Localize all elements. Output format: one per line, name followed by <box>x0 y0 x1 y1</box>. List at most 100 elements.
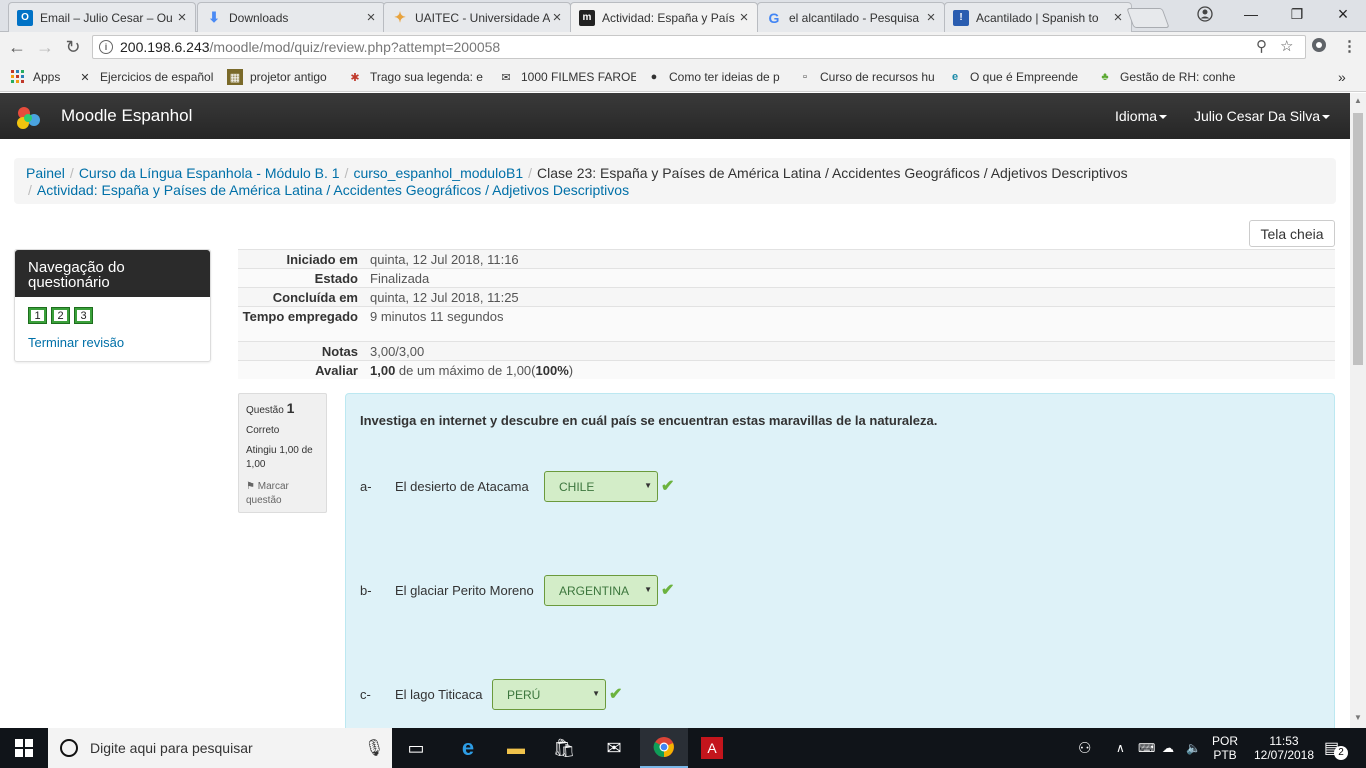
bookmark-ejercicios[interactable]: ✕ Ejercicios de español <box>77 69 219 85</box>
browser-tab-downloads[interactable]: ⬇ Downloads × <box>197 2 385 32</box>
tab-title: Downloads <box>229 10 289 25</box>
bookmark-apps[interactable]: Apps <box>10 69 60 85</box>
breadcrumb-painel[interactable]: Painel <box>26 165 65 181</box>
answer-select-perito-moreno[interactable]: ARGENTINA ▼ <box>544 575 658 606</box>
flag-question-link[interactable]: ⚑ Marcar questão <box>246 480 319 508</box>
bookmark-empreende[interactable]: e O que é Empreende <box>947 69 1085 85</box>
bookmark-trago[interactable]: ✱ Trago sua legenda: e <box>347 69 485 85</box>
page-scrollbar[interactable]: ▲ ▼ <box>1350 93 1366 728</box>
answer-label: El glaciar Perito Moreno <box>395 583 534 598</box>
microphone-icon[interactable]: 🎙 <box>364 738 384 758</box>
tab-title: UAITEC - Universidade A <box>415 10 550 25</box>
close-tab-icon[interactable]: × <box>924 9 938 26</box>
attempt-summary-table: Iniciado em quinta, 12 Jul 2018, 11:16 E… <box>238 249 1335 379</box>
breadcrumb-course[interactable]: Curso da Língua Espanhola - Módulo B. 1 <box>79 165 340 181</box>
more-bookmarks-icon[interactable]: » <box>1338 69 1346 85</box>
store-icon[interactable]: 🛍 <box>540 728 588 768</box>
chrome-menu-icon[interactable]: ⋮ <box>1342 37 1357 55</box>
summary-row-marks: Notas 3,00/3,00 <box>238 341 1335 361</box>
address-bar[interactable]: i 200.198.6.243/moodle/mod/quiz/review.p… <box>92 35 1306 59</box>
correct-check-icon: ✔ <box>661 582 675 599</box>
back-arrow-icon[interactable]: ← <box>6 36 28 58</box>
close-window-icon[interactable]: × <box>1320 0 1366 28</box>
question-nav-button-3[interactable]: 3 <box>74 307 93 324</box>
close-tab-icon[interactable]: × <box>737 9 751 26</box>
answer-select-titicaca[interactable]: PERÚ ▼ <box>492 679 606 710</box>
breadcrumb: Painel / Curso da Língua Espanhola - Módul… <box>14 158 1336 204</box>
user-menu[interactable]: Julio Cesar Da Silva <box>1194 108 1331 124</box>
moodle-logo-icon[interactable] <box>14 103 44 131</box>
notification-count: 2 <box>1334 746 1348 760</box>
fullscreen-button[interactable]: Tela cheia <box>1249 220 1335 247</box>
edge-icon[interactable]: e <box>444 728 492 768</box>
close-tab-icon[interactable]: × <box>364 9 378 26</box>
site-brand[interactable]: Moodle Espanhol <box>61 106 192 126</box>
language-code: POR <box>1212 734 1239 748</box>
minimize-icon[interactable]: — <box>1228 0 1274 28</box>
breadcrumb-course-short[interactable]: curso_espanhol_moduloB1 <box>353 165 523 181</box>
zoom-search-icon[interactable]: ⚲ <box>1256 37 1267 55</box>
maximize-icon[interactable]: ❐ <box>1274 0 1320 28</box>
scroll-up-icon[interactable]: ▲ <box>1354 96 1362 105</box>
keyboard-layout: PTB <box>1213 748 1237 762</box>
bookmark-label: Trago sua legenda: e <box>370 70 483 84</box>
scrollbar-thumb[interactable] <box>1353 113 1363 365</box>
close-tab-icon[interactable]: × <box>550 9 564 26</box>
reload-icon[interactable]: ↻ <box>62 36 84 58</box>
answer-letter: a- <box>360 479 372 494</box>
task-view-icon[interactable]: ▭ <box>392 728 440 768</box>
keyboard-icon[interactable]: ⌨ <box>1138 728 1155 768</box>
chrome-icon[interactable] <box>640 728 688 768</box>
close-tab-icon[interactable]: × <box>175 9 189 26</box>
start-button[interactable] <box>0 728 48 768</box>
action-center-icon[interactable]: ▤ 2 <box>1324 728 1348 768</box>
forward-arrow-icon[interactable]: → <box>34 36 56 58</box>
bookmark-1000-filmes[interactable]: ✉ 1000 FILMES FAROES <box>498 69 636 85</box>
browser-tab-spanishdict[interactable]: ! Acantilado | Spanish to × <box>944 2 1132 32</box>
bookmark-star-icon[interactable]: ☆ <box>1280 37 1293 55</box>
site-info-icon[interactable]: i <box>99 40 113 54</box>
browser-tab-actividad[interactable]: m Actividad: España y País × <box>570 2 758 32</box>
acrobat-icon[interactable]: A <box>688 728 736 768</box>
onedrive-icon[interactable]: ☁ <box>1162 728 1174 768</box>
close-tab-icon[interactable]: × <box>1111 9 1125 26</box>
bookmark-label: Como ter ideias de p <box>669 70 780 84</box>
bookmark-projetor[interactable]: ▦ projetor antigo <box>227 69 339 85</box>
taskbar-search[interactable]: Digite aqui para pesquisar 🎙 <box>48 728 392 768</box>
language-menu[interactable]: Idioma <box>1115 108 1168 124</box>
answer-select-atacama[interactable]: CHILE ▼ <box>544 471 658 502</box>
show-hidden-icons[interactable]: ∧ <box>1116 728 1125 768</box>
url-host: 200.198.6.243 <box>120 39 210 55</box>
profile-icon[interactable] <box>1182 0 1228 28</box>
browser-tab-email[interactable]: O Email – Julio Cesar – Ou × <box>8 2 196 32</box>
volume-icon[interactable]: 🔈 <box>1186 728 1201 768</box>
bookmark-label: Ejercicios de español <box>100 70 214 84</box>
bug-icon: ✱ <box>350 71 360 84</box>
breadcrumb-activity[interactable]: Actividad: España y Países de América La… <box>37 182 629 198</box>
question-nav-button-2[interactable]: 2 <box>51 307 70 324</box>
quiz-navigation-title: Navegação do questionário <box>15 250 210 297</box>
browser-tab-google[interactable]: G el alcantilado - Pesquisa × <box>757 2 945 32</box>
extension-icon[interactable] <box>1311 37 1327 57</box>
browser-tab-strip: O Email – Julio Cesar – Ou × ⬇ Downloads… <box>0 0 1366 32</box>
people-icon[interactable]: ⚇ <box>1078 728 1091 768</box>
tab-title: Email – Julio Cesar – Ou <box>40 10 173 25</box>
finish-review-link[interactable]: Terminar revisão <box>28 335 124 350</box>
mail-icon[interactable]: ✉ <box>590 728 638 768</box>
bookmark-curso-rh[interactable]: ▫ Curso de recursos hu <box>797 69 935 85</box>
windmill-icon: ✕ <box>80 71 90 84</box>
bookmark-gestao-rh[interactable]: ♣ Gestão de RH: conhe <box>1097 69 1237 85</box>
input-language[interactable]: POR PTB <box>1212 728 1238 768</box>
question-nav-button-1[interactable]: 1 <box>28 307 47 324</box>
question-points: Atingiu 1,00 de 1,00 <box>246 445 313 470</box>
scroll-down-icon[interactable]: ▼ <box>1354 713 1362 722</box>
file-explorer-icon[interactable]: ▬ <box>492 728 540 768</box>
breadcrumb-separator: / <box>69 165 74 181</box>
grade-score: 1,00 <box>370 363 396 378</box>
browser-tab-uaitec[interactable]: ✦ UAITEC - Universidade A × <box>383 2 571 32</box>
bookmark-como-ter-ideias[interactable]: ● Como ter ideias de p <box>646 69 784 85</box>
clock[interactable]: 11:53 12/07/2018 <box>1254 728 1314 768</box>
new-tab-button[interactable] <box>1126 8 1170 28</box>
bookmark-label: Curso de recursos hu <box>820 70 935 84</box>
windows-logo-icon <box>15 739 33 757</box>
